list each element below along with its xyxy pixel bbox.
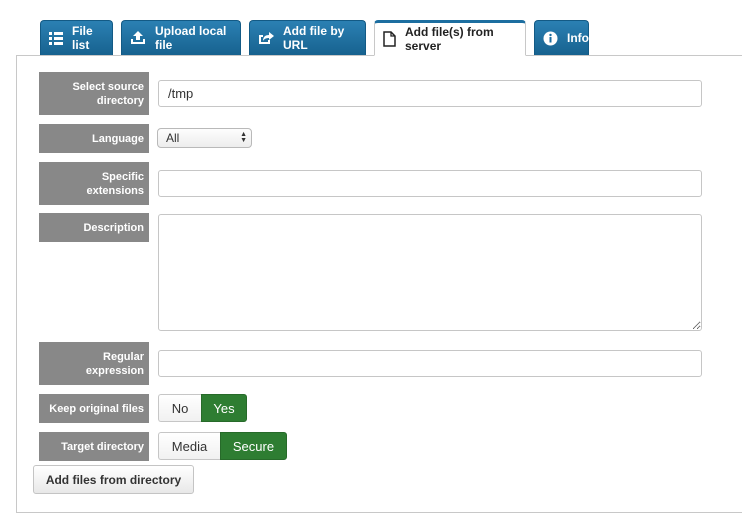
- regex-label: Regular expression: [39, 342, 149, 385]
- target-directory-toggle: Media Secure: [158, 432, 287, 460]
- tab-label: Add file(s) from server: [405, 25, 494, 53]
- source-directory-input[interactable]: [158, 80, 702, 107]
- description-textarea[interactable]: [158, 214, 702, 331]
- language-selected-value: All: [166, 131, 180, 145]
- select-arrows-icon: ▲ ▼: [240, 131, 247, 144]
- tab-label: Add file by URL: [283, 24, 345, 52]
- extensions-input[interactable]: [158, 170, 702, 197]
- target-media-option[interactable]: Media: [158, 432, 220, 460]
- target-directory-label: Target directory: [39, 432, 149, 461]
- tab-label: Info: [567, 31, 589, 45]
- keep-original-label: Keep original files: [39, 394, 149, 423]
- tab-add-files-from-server[interactable]: Add file(s) from server: [374, 20, 526, 56]
- upload-icon: [131, 31, 145, 44]
- file-icon: [383, 31, 396, 47]
- description-label: Description: [39, 213, 149, 242]
- tab-upload-local-file[interactable]: Upload local file: [121, 20, 241, 55]
- tab-label: Upload local file: [155, 24, 227, 52]
- language-select[interactable]: All ▲ ▼: [157, 128, 252, 148]
- keep-no-option[interactable]: No: [158, 394, 201, 422]
- target-secure-option[interactable]: Secure: [220, 432, 287, 460]
- tab-file-list[interactable]: File list: [40, 20, 113, 55]
- language-label: Language: [39, 124, 149, 153]
- keep-yes-option[interactable]: Yes: [201, 394, 247, 422]
- share-icon: [259, 32, 274, 44]
- tab-add-file-by-url[interactable]: Add file by URL: [249, 20, 366, 55]
- list-icon: [49, 32, 63, 45]
- tab-label: File list: [72, 24, 93, 52]
- keep-original-toggle: No Yes: [158, 394, 247, 422]
- add-files-button[interactable]: Add files from directory: [33, 465, 194, 494]
- source-directory-label: Select source directory: [39, 72, 149, 115]
- regex-input[interactable]: [158, 350, 702, 377]
- tab-info[interactable]: Info: [534, 20, 589, 55]
- extensions-label: Specific extensions: [39, 162, 149, 205]
- info-icon: [543, 31, 558, 45]
